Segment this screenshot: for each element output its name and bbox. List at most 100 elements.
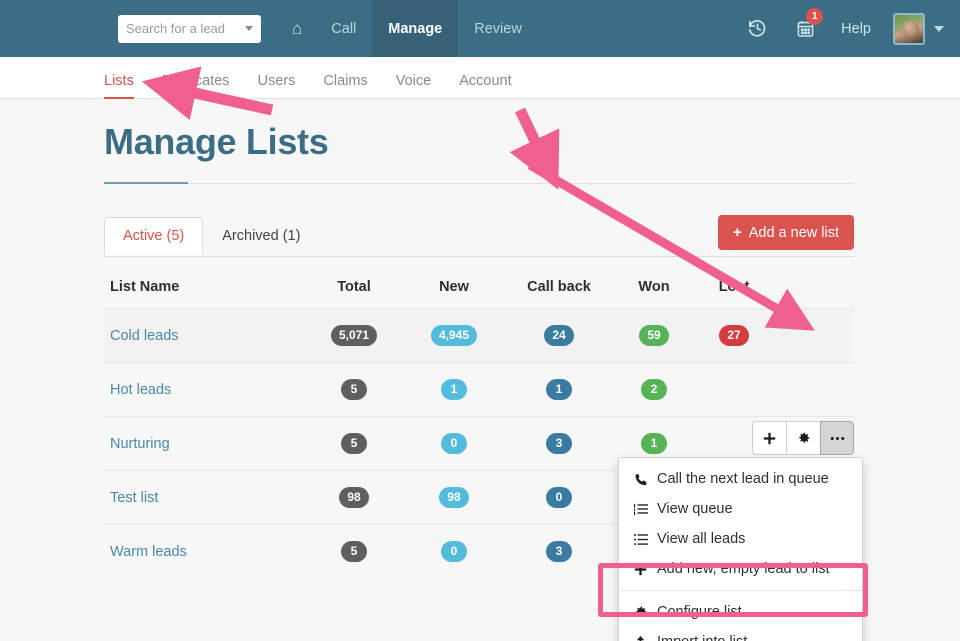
subnav-item-users[interactable]: Users	[244, 73, 310, 98]
row-action-buttons	[752, 421, 854, 455]
col-list-name: List Name	[110, 279, 180, 295]
calendar-icon[interactable]: 1	[782, 0, 829, 57]
calendar-badge: 1	[806, 8, 824, 25]
tab-active[interactable]: Active (5)	[104, 217, 204, 255]
cell-call-back: 0	[504, 471, 614, 525]
subnav-item-duplicates[interactable]: Duplicates	[148, 73, 244, 98]
count-badge-call-back: 0	[546, 487, 572, 508]
tabs-divider	[104, 256, 854, 257]
cell-total: 5	[304, 363, 404, 417]
gear-icon	[633, 605, 648, 619]
count-badge-call-back: 3	[546, 433, 572, 454]
table-row[interactable]: Cold leads 5,071 4,945 24 59 27	[104, 308, 854, 363]
menu-item-label: Import into list	[657, 634, 747, 641]
cell-call-back: 3	[504, 417, 614, 471]
count-badge-new: 1	[441, 379, 467, 400]
cell-won: 2	[614, 363, 694, 417]
upload-icon	[633, 635, 648, 641]
avatar[interactable]	[893, 12, 925, 45]
menu-item-label: Add new, empty lead to list	[657, 561, 830, 577]
count-badge-total: 5	[341, 433, 367, 454]
subnav-item-account[interactable]: Account	[445, 73, 525, 98]
cell-new: 1	[404, 363, 504, 417]
cell-total: 5	[304, 417, 404, 471]
title-divider	[104, 182, 854, 184]
nav-item-manage[interactable]: Manage	[372, 0, 459, 57]
list-name-link[interactable]: Nurturing	[104, 417, 304, 471]
add-new-list-label: Add a new list	[748, 224, 839, 241]
count-badge-won: 59	[639, 325, 669, 346]
menu-item-label: Call the next lead in queue	[657, 471, 829, 487]
nav-item-home[interactable]: ⌂	[279, 0, 315, 57]
list-name-link[interactable]: Warm leads	[104, 525, 304, 579]
cell-total: 98	[304, 471, 404, 525]
add-new-list-button[interactable]: + Add a new list	[717, 215, 854, 250]
subnav-item-voice[interactable]: Voice	[382, 73, 445, 98]
col-lost: Lost	[718, 279, 750, 295]
list-actions-dropdown: Call the next lead in queue View queue Vie…	[618, 457, 863, 641]
configure-list-button[interactable]	[786, 421, 820, 455]
tab-archived[interactable]: Archived (1)	[203, 217, 319, 255]
count-badge-call-back: 24	[544, 325, 574, 346]
table-head: List Name Total New Call back Won Lost	[104, 269, 854, 309]
ordered-list-icon	[633, 503, 648, 516]
menu-item-import-into-list[interactable]: Import into list	[619, 627, 862, 641]
nav-item-review[interactable]: Review	[458, 0, 538, 57]
menu-item-label: View queue	[657, 501, 733, 517]
count-badge-total: 98	[339, 487, 369, 508]
search-placeholder: Search for a lead	[126, 21, 226, 36]
content-area: Manage Lists Active (5) Archived (1) + A…	[0, 99, 960, 641]
table-row[interactable]: Hot leads 5 1 1 2	[104, 362, 854, 417]
help-link[interactable]: Help	[829, 21, 883, 37]
list-name-link[interactable]: Cold leads	[104, 309, 304, 363]
menu-item-label: View all leads	[657, 531, 746, 547]
menu-item-label: Configure list	[657, 604, 742, 620]
list-name-link[interactable]: Test list	[104, 471, 304, 525]
chevron-down-icon[interactable]	[934, 25, 944, 32]
add-lead-button[interactable]	[752, 421, 786, 455]
menu-item-add-new-empty-lead-to-list[interactable]: Add new, empty lead to list	[619, 554, 862, 584]
menu-item-view-queue[interactable]: View queue	[619, 494, 862, 524]
cell-new: 0	[404, 417, 504, 471]
col-total: Total	[337, 279, 371, 295]
history-icon[interactable]	[733, 0, 782, 57]
menu-item-configure-list[interactable]: Configure list	[619, 597, 862, 627]
more-actions-button[interactable]	[820, 421, 854, 455]
list-state-tabs: Active (5) Archived (1)	[104, 217, 319, 255]
home-icon: ⌂	[292, 18, 303, 38]
subnav-item-lists[interactable]: Lists	[104, 73, 148, 99]
cell-new: 98	[404, 471, 504, 525]
cell-total: 5,071	[304, 309, 404, 363]
count-badge-new: 0	[441, 541, 467, 562]
cell-actions	[774, 309, 854, 363]
count-badge-won: 2	[641, 379, 667, 400]
table-header-row: List Name Total New Call back Won Lost	[104, 269, 854, 309]
app-root: Search for a lead ⌂ Call Manage Review 1…	[0, 0, 960, 641]
list-name-link[interactable]: Hot leads	[104, 363, 304, 417]
count-badge-new: 4,945	[430, 325, 478, 346]
col-won: Won	[638, 279, 670, 295]
count-badge-call-back: 1	[546, 379, 572, 400]
cell-lost	[694, 363, 774, 417]
count-badge-new: 0	[441, 433, 467, 454]
chevron-down-icon	[245, 26, 253, 31]
cell-new: 4,945	[404, 309, 504, 363]
nav-item-call[interactable]: Call	[315, 0, 372, 57]
menu-separator	[619, 590, 862, 591]
cell-call-back: 1	[504, 363, 614, 417]
cell-actions	[774, 363, 854, 417]
subnav-item-claims[interactable]: Claims	[309, 73, 381, 98]
count-badge-lost: 27	[719, 325, 749, 346]
cell-call-back: 24	[504, 309, 614, 363]
count-badge-call-back: 3	[546, 541, 572, 562]
count-badge-total: 5	[341, 541, 367, 562]
menu-item-view-all-leads[interactable]: View all leads	[619, 524, 862, 554]
search-input[interactable]: Search for a lead	[118, 14, 261, 43]
phone-icon	[633, 472, 648, 486]
menu-item-call-the-next-lead-in-queue[interactable]: Call the next lead in queue	[619, 464, 862, 494]
count-badge-total: 5	[341, 379, 367, 400]
col-call-back: Call back	[527, 279, 591, 295]
count-badge-new: 98	[439, 487, 469, 508]
navbar-right: 1 Help	[733, 0, 960, 57]
list-icon	[633, 533, 648, 546]
